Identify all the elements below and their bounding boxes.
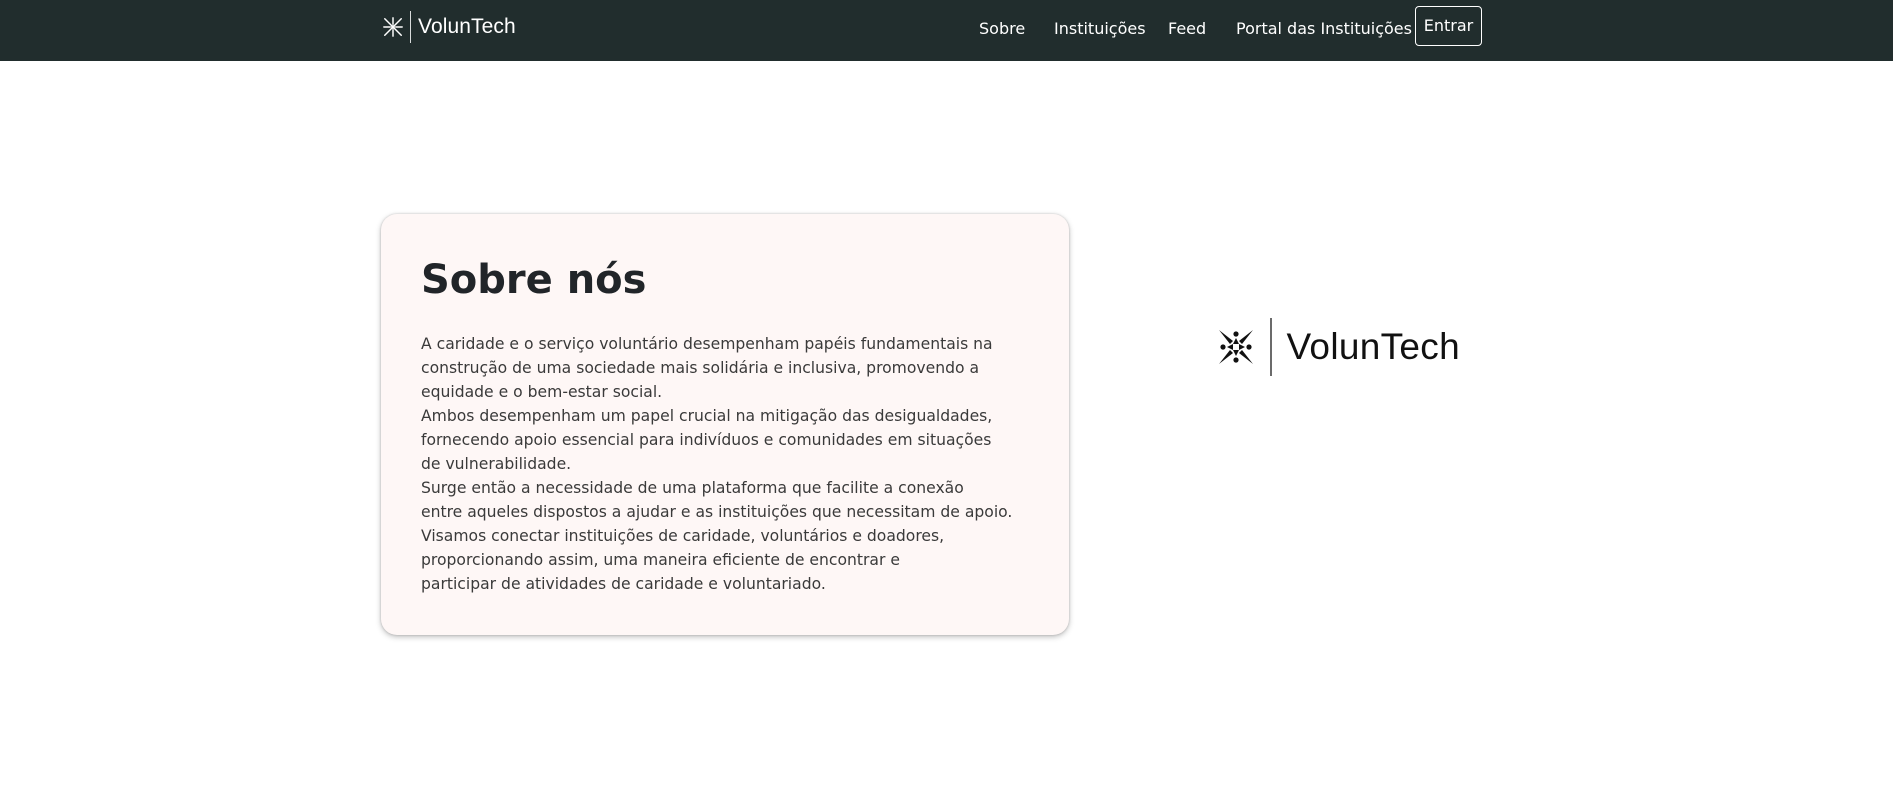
about-paragraph-line: proporcionando assim, uma maneira eficie… [421,551,900,569]
about-text: A caridade e o serviço voluntário desemp… [421,332,1061,596]
nav-link-sobre[interactable]: Sobre [979,19,1025,39]
about-paragraph-line: Visamos conectar instituições de caridad… [421,527,945,545]
nav-links: Sobre Instituições Feed Portal das Insti… [0,0,1893,61]
about-card: Sobre nós A caridade e o serviço voluntá… [381,214,1069,635]
about-paragraph-line: Ambos desempenham um papel crucial na mi… [421,407,993,425]
about-paragraph-line: de vulnerabilidade. [421,455,572,473]
about-paragraph-line: fornecendo apoio essencial para indivídu… [421,431,992,449]
login-button[interactable]: Entrar [1415,6,1482,46]
about-paragraph-line: Surge então a necessidade de uma platafo… [421,479,964,497]
about-paragraph-line: entre aqueles dispostos a ajudar e as in… [421,503,1013,521]
nav-link-feed[interactable]: Feed [1168,19,1206,39]
hero-logo: VolunTech [1216,318,1460,376]
nav-link-portal-instituicoes[interactable]: Portal das Instituições [1236,19,1412,39]
about-title: Sobre nós [421,257,647,303]
navbar: VolunTech Sobre Instituições Feed Portal… [0,0,1893,61]
about-paragraph-line: participar de atividades de caridade e v… [421,575,826,593]
about-paragraph-line: construção de uma sociedade mais solidár… [421,359,980,377]
hero-logo-divider [1270,318,1272,376]
voluntech-logo-icon [1219,330,1253,364]
nav-link-instituicoes[interactable]: Instituições [1054,19,1146,39]
about-paragraph-line: equidade e o bem-estar social. [421,383,663,401]
about-paragraph-line: A caridade e o serviço voluntário desemp… [421,335,993,353]
hero-logo-name: VolunTech [1286,326,1460,367]
